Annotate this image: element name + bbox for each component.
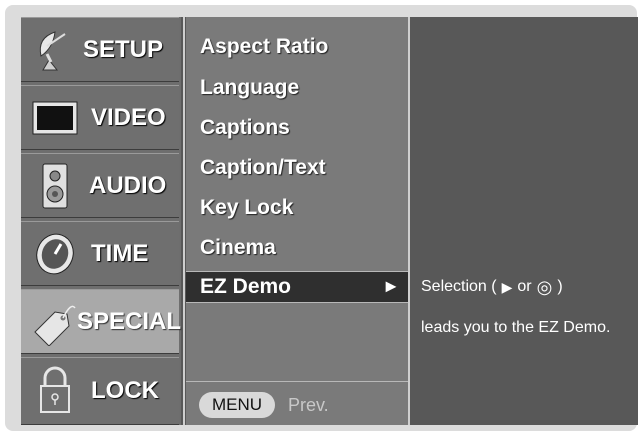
speaker-icon (42, 163, 68, 209)
description-line-1: Selection ( ▶ or ◎ ) (421, 273, 563, 301)
submenu-item-label: EZ Demo (200, 275, 292, 298)
satellite-dish-icon (39, 31, 66, 71)
padlock-icon (40, 366, 70, 413)
sidebar-item-label: AUDIO (89, 171, 167, 199)
description-text: ) (557, 278, 563, 295)
sidebar-item-special[interactable]: SPECIAL (21, 289, 182, 354)
description-panel (411, 17, 637, 425)
submenu-item-cinema[interactable]: Cinema (200, 231, 276, 265)
clock-icon (36, 233, 74, 275)
divider (408, 17, 410, 425)
submenu-item-key-lock[interactable]: Key Lock (200, 191, 293, 225)
sidebar-item-time[interactable]: TIME (21, 221, 179, 286)
tag-icon (34, 305, 76, 346)
submenu-item-caption-text[interactable]: Caption/Text (200, 151, 326, 185)
enter-button-icon: ◎ (536, 276, 553, 297)
submenu-item-captions[interactable]: Captions (200, 111, 290, 145)
play-arrow-icon: ► (382, 276, 400, 296)
sidebar-item-label: SETUP (83, 35, 164, 63)
description-text: Selection ( (421, 278, 497, 295)
divider (186, 381, 408, 382)
divider (186, 302, 408, 303)
tv-screen-icon (32, 101, 78, 135)
description-line-2: leads you to the EZ Demo. (421, 319, 611, 336)
submenu-item-aspect-ratio[interactable]: Aspect Ratio (200, 30, 328, 64)
sidebar-item-label: SPECIAL (77, 307, 182, 335)
submenu-item-language[interactable]: Language (200, 71, 299, 105)
description-text: or (517, 278, 532, 295)
sidebar-item-lock[interactable]: LOCK (21, 357, 179, 425)
sidebar-item-label: TIME (91, 239, 149, 267)
sidebar-item-label: VIDEO (91, 103, 166, 131)
sidebar-item-audio[interactable]: AUDIO (21, 153, 179, 218)
submenu-item-ez-demo[interactable]: EZ Demo ► (186, 272, 408, 302)
sidebar-item-setup[interactable]: SETUP (21, 17, 179, 82)
sidebar-item-label: LOCK (91, 377, 159, 404)
prev-label: Prev. (288, 394, 329, 415)
divider (183, 17, 185, 425)
sidebar-item-video[interactable]: VIDEO (21, 85, 179, 150)
play-arrow-icon: ▶ (501, 278, 513, 295)
menu-button[interactable]: MENU (199, 392, 275, 418)
